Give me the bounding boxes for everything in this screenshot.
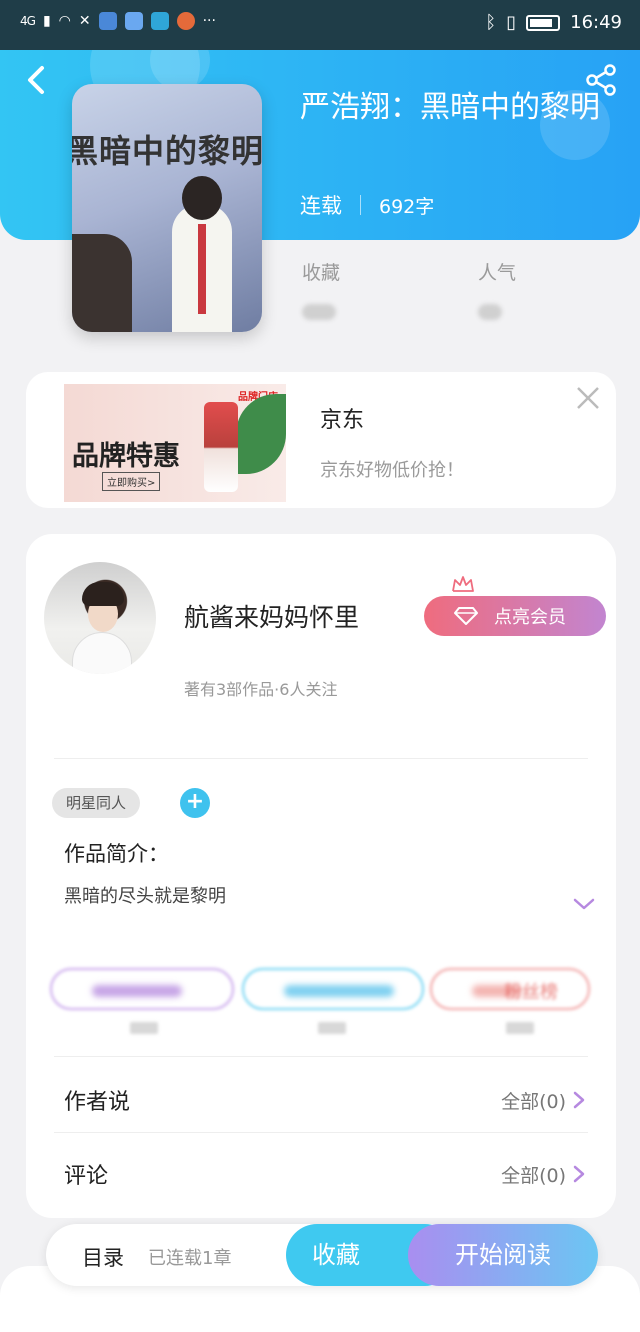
favorites-stat-label: 收藏 [302, 262, 341, 284]
missed-call-icon: ✕ [78, 13, 91, 29]
rank-pill-value [318, 1022, 346, 1034]
comments-count: 全部(0) [501, 1164, 566, 1187]
comments-label: 评论 [64, 1164, 109, 1189]
intro-label: 作品简介： [64, 842, 169, 866]
author-stats: 著有3部作品·6人关注 [184, 680, 338, 699]
popularity-stat-value [478, 304, 502, 320]
book-detail-card: 航酱来妈妈怀里 著有3部作品·6人关注 点亮会员 明星同人 + 作品简介： 黑暗… [26, 534, 616, 1218]
status-bar: 4G ▮ ◠ ✕ ··· ᛒ ▯ 16:49 [0, 0, 640, 50]
rank-pill-content [92, 985, 182, 997]
avatar-hair [82, 582, 124, 606]
ad-card[interactable]: 品牌门店 品牌特惠 立即购买> 京东 京东好物低价抢！ [26, 372, 616, 508]
word-count: 692字 [379, 195, 435, 218]
genre-tag[interactable]: 明星同人 [52, 788, 141, 818]
rank-pill-value [130, 1022, 158, 1034]
more-notifications-icon: ··· [202, 13, 216, 29]
author-says-all[interactable]: 全部(0) [501, 1087, 586, 1114]
cover-figure [72, 234, 132, 332]
popularity-stat-label: 人气 [478, 262, 517, 284]
vip-button[interactable]: 点亮会员 [424, 596, 606, 636]
author-name[interactable]: 航酱来妈妈怀里 [184, 598, 359, 634]
favorite-button-label: 收藏 [312, 1241, 360, 1269]
start-reading-label: 开始阅读 [455, 1241, 551, 1269]
book-cover[interactable]: 黑暗中的黎明 [72, 84, 262, 332]
book-title: 严浩翔：黑暗中的黎明 [300, 90, 600, 125]
cover-figure-head [182, 176, 222, 220]
rank-pill[interactable] [50, 968, 234, 1010]
divider [360, 195, 361, 215]
signal-bars-icon: ▮ [42, 13, 51, 29]
author-says-label: 作者说 [64, 1090, 131, 1115]
cover-figure-tie [198, 224, 206, 314]
rank-pill-label: 粉丝榜 [504, 982, 558, 1003]
close-icon [577, 387, 599, 409]
rank-pill[interactable] [242, 968, 424, 1010]
cover-title-text: 黑暗中的黎明 [72, 132, 262, 170]
start-reading-button[interactable]: 开始阅读 [408, 1224, 598, 1286]
rank-pill-value [506, 1022, 534, 1034]
serial-status: 连载 [300, 194, 342, 218]
chevron-right-icon [573, 1165, 585, 1183]
chevron-right-icon [573, 1091, 585, 1109]
crown-icon [452, 576, 474, 592]
author-says-row[interactable]: 作者说 全部(0) [64, 1080, 586, 1120]
status-right: ᛒ ▯ 16:49 [485, 12, 622, 33]
signal-icon: 4G [20, 14, 36, 28]
wifi-icon: ◠ [58, 13, 71, 29]
toc-button[interactable]: 目录 [82, 1242, 124, 1272]
bottom-action-bar: 目录 已连载1章 收藏 开始阅读 [46, 1224, 598, 1286]
favorites-stat-value [302, 304, 336, 320]
ad-image-button: 立即购买> [102, 472, 161, 491]
app-notification-icon [124, 12, 143, 30]
divider [54, 1056, 588, 1057]
chevron-left-icon [28, 66, 44, 94]
author-avatar[interactable] [44, 562, 156, 674]
ad-close-button[interactable] [574, 384, 602, 412]
vip-button-label: 点亮会员 [494, 607, 566, 628]
ad-image[interactable]: 品牌门店 品牌特惠 立即购买> [64, 384, 286, 502]
expand-chevron-down-icon[interactable] [572, 896, 596, 912]
chapter-count: 已连载1章 [148, 1248, 232, 1269]
rank-pill[interactable]: 粉丝榜 [430, 968, 590, 1010]
bluetooth-icon: ᛒ [485, 12, 497, 33]
author-says-count: 全部(0) [501, 1090, 566, 1113]
avatar-figure [72, 632, 132, 674]
battery-icon [526, 14, 561, 31]
intro-text: 黑暗的尽头就是黎明 [64, 886, 226, 907]
app-notification-icon [176, 12, 195, 30]
comments-row[interactable]: 评论 全部(0) [64, 1154, 586, 1194]
add-tag-button[interactable]: + [180, 788, 210, 818]
book-status-row: 连载 692字 [300, 190, 434, 220]
diamond-icon [454, 607, 478, 625]
status-left: 4G ▮ ◠ ✕ ··· [20, 12, 216, 30]
ad-description: 京东好物低价抢！ [320, 460, 464, 481]
ad-title: 京东 [320, 408, 365, 433]
divider [54, 758, 588, 759]
app-notification-icon [150, 12, 169, 30]
divider [54, 1132, 588, 1133]
comments-all[interactable]: 全部(0) [501, 1161, 586, 1188]
clock: 16:49 [570, 12, 622, 33]
rank-pill-content [284, 985, 394, 997]
vibrate-icon: ▯ [506, 12, 517, 33]
app-notification-icon [98, 12, 117, 30]
back-button[interactable] [22, 62, 52, 98]
ad-image-leaf [236, 394, 286, 474]
ad-image-title: 品牌特惠 [72, 441, 180, 472]
ad-image-product [204, 402, 238, 492]
